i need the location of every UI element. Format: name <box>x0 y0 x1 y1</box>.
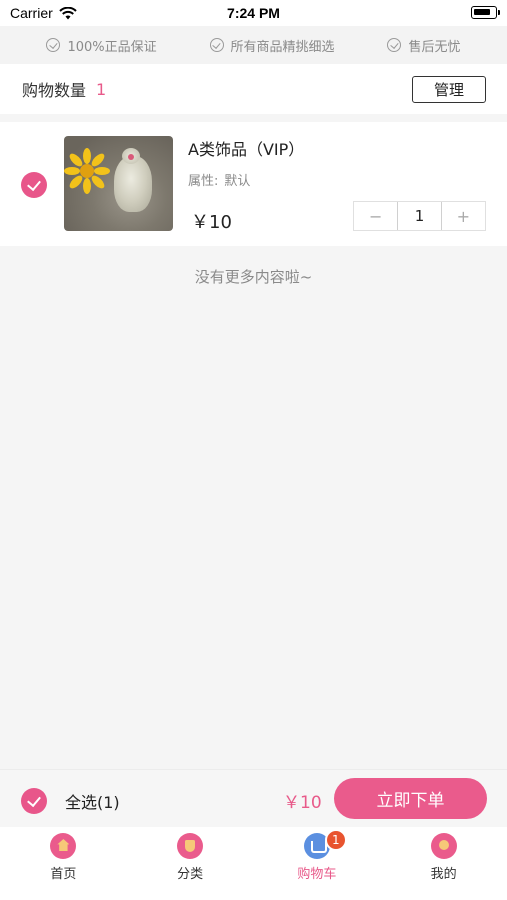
tab-category[interactable]: 分类 <box>127 827 254 900</box>
guarantee-item: 售后无忧 <box>387 36 461 55</box>
cart-item: A类饰品（VIP） 属性: 默认 ￥10 − 1 + <box>0 122 507 246</box>
cart-count-title: 购物数量 <box>22 81 87 100</box>
tab-label: 首页 <box>50 867 77 882</box>
jade-pendant-image <box>114 156 152 212</box>
place-order-button[interactable]: 立即下单 <box>334 778 487 819</box>
cart-badge: 1 <box>324 829 347 851</box>
product-thumbnail[interactable] <box>64 136 173 231</box>
product-price: ￥10 <box>191 212 232 233</box>
status-time: 7:24 PM <box>227 5 280 21</box>
decrease-button[interactable]: − <box>354 202 397 230</box>
item-select-checkbox[interactable] <box>21 172 47 198</box>
check-circle-icon <box>209 38 224 52</box>
check-circle-icon <box>46 38 61 52</box>
product-attribute: 属性: 默认 <box>188 170 250 189</box>
cart-header: 购物数量 1 管理 <box>0 64 507 114</box>
total-price: ￥10 <box>283 793 322 813</box>
quantity-field[interactable]: 1 <box>397 202 442 230</box>
attribute-value: 默认 <box>224 174 251 189</box>
guarantee-label: 100%正品保证 <box>67 39 157 55</box>
flower-image <box>64 148 110 194</box>
attribute-label: 属性: <box>188 174 219 189</box>
tab-label: 分类 <box>177 867 204 882</box>
tab-label: 我的 <box>430 867 457 882</box>
no-more-text: 没有更多内容啦~ <box>194 268 313 286</box>
check-circle-icon <box>387 38 402 52</box>
checkout-bar: 全选(1) ￥10 立即下单 <box>0 769 507 827</box>
profile-icon <box>430 833 457 859</box>
guarantee-label: 所有商品精挑细选 <box>230 39 335 55</box>
select-all-label[interactable]: 全选(1) <box>65 789 120 813</box>
home-icon <box>50 833 77 859</box>
guarantee-strip: 100%正品保证 所有商品精挑细选 售后无忧 <box>0 26 507 64</box>
tab-cart[interactable]: 1 购物车 <box>254 827 381 900</box>
tab-bar: 首页 分类 1 购物车 我的 <box>0 827 507 900</box>
tab-profile[interactable]: 我的 <box>380 827 507 900</box>
guarantee-item: 所有商品精挑细选 <box>209 36 335 55</box>
battery-icon <box>471 6 500 19</box>
guarantee-item: 100%正品保证 <box>46 36 157 55</box>
tab-label: 购物车 <box>297 867 337 882</box>
quantity-stepper: − 1 + <box>353 201 486 231</box>
select-all-checkbox[interactable] <box>21 788 47 814</box>
cart-count-value: 1 <box>96 79 107 99</box>
manage-button[interactable]: 管理 <box>412 76 486 103</box>
bead <box>128 154 134 160</box>
category-icon <box>177 833 204 859</box>
increase-button[interactable]: + <box>442 202 485 230</box>
product-name[interactable]: A类饰品（VIP） <box>188 136 304 160</box>
guarantee-label: 售后无忧 <box>408 39 461 55</box>
tab-home[interactable]: 首页 <box>0 827 127 900</box>
status-bar: Carrier 7:24 PM <box>0 0 507 26</box>
